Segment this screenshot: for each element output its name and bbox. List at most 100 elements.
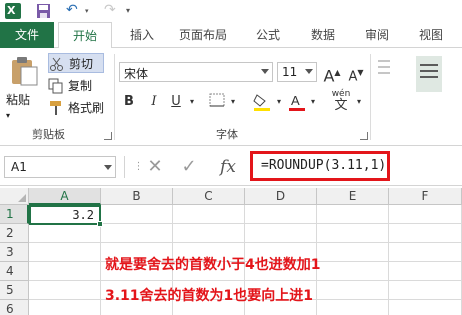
worksheet-grid[interactable]: A B C D E F 1 2 3 4 5 6 3.2 就是要舍去的首数小于4也… (0, 188, 462, 315)
save-icon[interactable] (36, 3, 51, 19)
borders-dropdown-icon[interactable]: ▾ (228, 92, 238, 112)
tab-review[interactable]: 审阅 (357, 22, 397, 48)
cell-a1-value: 3.2 (72, 208, 94, 222)
tab-data[interactable]: 数据 (303, 22, 343, 48)
row-header-5[interactable]: 5 (0, 281, 29, 300)
cell[interactable] (245, 205, 317, 224)
scissors-icon (49, 56, 65, 72)
font-launcher-icon[interactable] (360, 132, 368, 140)
cell[interactable] (317, 205, 389, 224)
font-name-value: 宋体 (124, 67, 149, 81)
italic-button[interactable]: I (146, 92, 162, 112)
clipboard-group-label: 剪贴板 (32, 128, 65, 141)
cell[interactable] (29, 243, 101, 262)
fill-color-dropdown-icon[interactable]: ▾ (274, 92, 284, 112)
cell[interactable] (317, 262, 389, 281)
title-bar: X ↶ ▾ ↷ ▾ (0, 0, 462, 22)
undo-icon[interactable]: ↶ (66, 3, 80, 19)
fill-handle[interactable] (97, 221, 103, 227)
group-divider (370, 54, 371, 140)
format-painter-icon (48, 100, 64, 116)
insert-function-icon[interactable]: fx (216, 156, 240, 178)
cell[interactable] (389, 243, 462, 262)
cell[interactable] (245, 224, 317, 243)
row-header-6[interactable]: 6 (0, 300, 29, 315)
phonetic-dropdown-icon[interactable]: ▾ (354, 92, 364, 112)
cell[interactable] (317, 300, 389, 315)
cell[interactable] (29, 300, 101, 315)
active-cell-a1[interactable]: 3.2 (29, 205, 103, 227)
name-box-value: A1 (11, 160, 27, 174)
copy-label: 复制 (68, 79, 93, 93)
enter-icon[interactable]: ✓ (178, 156, 200, 178)
font-overflow-icon (376, 56, 392, 88)
cell[interactable] (389, 300, 462, 315)
copy-button[interactable]: 复制 (48, 76, 108, 96)
tab-insert[interactable]: 插入 (122, 22, 162, 48)
tab-formulas[interactable]: 公式 (248, 22, 288, 48)
paste-dropdown-icon[interactable]: ▾ (6, 106, 40, 126)
format-painter-button[interactable]: 格式刷 (48, 98, 110, 118)
excel-logo-icon: X (5, 3, 21, 19)
paste-icon[interactable] (9, 56, 39, 86)
clipboard-launcher-icon[interactable] (104, 132, 112, 140)
redo-icon[interactable]: ↷ (104, 3, 118, 19)
column-header-e[interactable]: E (317, 188, 389, 205)
ribbon-tabs: 文件 开始 插入 页面布局 公式 数据 审阅 视图 (0, 22, 462, 49)
cell[interactable] (389, 281, 462, 300)
decrease-font-icon[interactable]: A▼ (346, 63, 366, 84)
column-header-c[interactable]: C (173, 188, 245, 205)
row-header-2[interactable]: 2 (0, 224, 29, 243)
underline-button[interactable]: U (168, 92, 184, 112)
underline-dropdown-icon[interactable]: ▾ (187, 92, 197, 112)
cell[interactable] (317, 224, 389, 243)
formula-input[interactable]: =ROUNDUP(3.11,1) (250, 151, 390, 181)
formula-bar-separator (124, 156, 125, 178)
fill-color-icon[interactable] (252, 92, 272, 112)
row-header-3[interactable]: 3 (0, 243, 29, 262)
tab-view[interactable]: 视图 (411, 22, 451, 48)
tab-page-layout[interactable]: 页面布局 (172, 22, 234, 48)
annotation-line-1: 就是要舍去的首数小于4也进数加1 (105, 257, 321, 273)
font-color-icon[interactable]: A (288, 92, 306, 112)
ribbon-home: 粘贴 ▾ 剪切 复制 格式刷 剪贴板 宋体 11 A▲ A▼ B I U ▾ ▾… (0, 48, 462, 146)
cell[interactable] (389, 205, 462, 224)
chevron-down-icon (305, 69, 313, 74)
cell[interactable] (173, 224, 245, 243)
cut-button[interactable]: 剪切 (48, 53, 104, 73)
column-header-a[interactable]: A (29, 188, 101, 205)
borders-icon[interactable] (208, 92, 226, 112)
cell[interactable] (389, 224, 462, 243)
bold-button[interactable]: B (120, 92, 138, 112)
cell[interactable] (29, 224, 101, 243)
formula-bar-row: A1 ⋮ ✕ ✓ fx =ROUNDUP(3.11,1) (0, 146, 462, 186)
cell[interactable] (317, 281, 389, 300)
column-header-f[interactable]: F (389, 188, 462, 205)
row-header-1[interactable]: 1 (0, 205, 29, 224)
cell[interactable] (101, 224, 173, 243)
font-color-dropdown-icon[interactable]: ▾ (308, 92, 318, 112)
undo-dropdown-icon[interactable]: ▾ (85, 3, 93, 19)
copy-icon (48, 78, 64, 94)
name-box[interactable]: A1 (4, 156, 116, 178)
tab-file[interactable]: 文件 (0, 22, 54, 48)
customize-qat-icon[interactable]: ▾ (126, 3, 136, 19)
chevron-down-icon (104, 165, 112, 170)
cell[interactable] (317, 243, 389, 262)
alignment-icon[interactable] (416, 56, 442, 92)
cell[interactable] (29, 262, 101, 281)
column-header-b[interactable]: B (101, 188, 173, 205)
cell[interactable] (101, 205, 173, 224)
tab-home[interactable]: 开始 (58, 22, 112, 49)
row-header-4[interactable]: 4 (0, 262, 29, 281)
column-header-d[interactable]: D (245, 188, 317, 205)
font-size-select[interactable]: 11 (277, 62, 317, 82)
cancel-icon[interactable]: ✕ (144, 156, 166, 178)
cell[interactable] (389, 262, 462, 281)
cell[interactable] (173, 205, 245, 224)
increase-font-icon[interactable]: A▲ (322, 63, 342, 85)
phonetic-guide-icon[interactable]: wén 文 (330, 88, 352, 112)
cell[interactable] (29, 281, 101, 300)
select-all-button[interactable] (0, 188, 29, 205)
font-name-select[interactable]: 宋体 (119, 62, 273, 82)
